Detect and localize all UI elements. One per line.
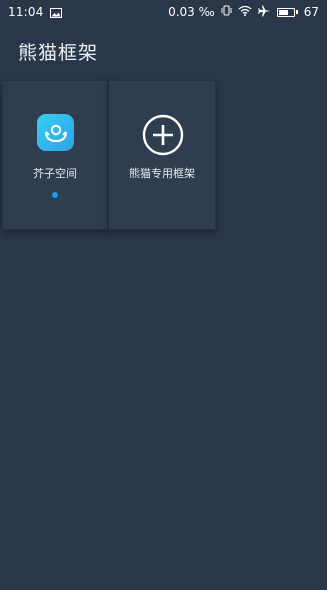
airplane-icon [258, 5, 271, 20]
active-indicator-dot [52, 192, 58, 198]
page-title: 熊猫框架 [18, 42, 99, 64]
vibrate-icon [221, 5, 232, 19]
tile-label: 芥子空间 [33, 167, 77, 180]
add-circle-icon [142, 114, 184, 156]
network-speed: 0.03 ‰ [168, 5, 215, 19]
wifi-icon [238, 5, 252, 19]
gallery-icon [49, 7, 62, 18]
app-grid: 芥子空间 熊猫专用框架 [2, 80, 216, 230]
app-icon [37, 114, 74, 151]
status-left: 11:04 [8, 5, 62, 19]
battery-icon [276, 7, 298, 17]
status-time: 11:04 [8, 5, 44, 19]
battery-level: 67 [303, 5, 319, 19]
status-right: 0.03 ‰ 67 [168, 5, 319, 20]
tile-app-space[interactable]: 芥子空间 [2, 80, 108, 230]
status-bar: 11:04 0.03 ‰ 67 [0, 0, 327, 24]
tile-label: 熊猫专用框架 [129, 167, 195, 180]
tile-add-framework[interactable]: 熊猫专用框架 [108, 80, 216, 230]
battery-fill [278, 9, 289, 15]
